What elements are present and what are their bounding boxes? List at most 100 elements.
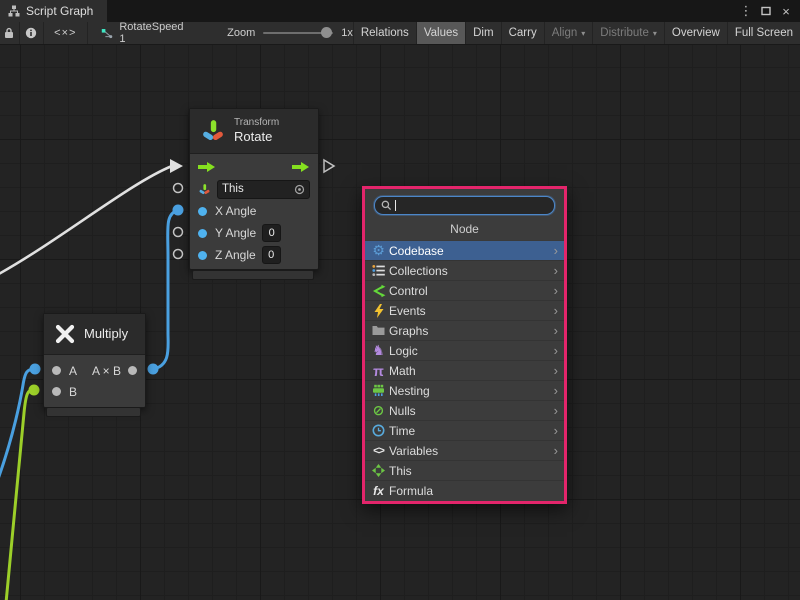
finder-item-nesting[interactable]: Nesting › [365, 380, 564, 400]
carry-toggle[interactable]: Carry [501, 22, 544, 44]
port-yangle-unconnected[interactable] [174, 228, 183, 237]
node-multiply[interactable]: Multiply A A × B B [43, 313, 146, 408]
multiply-icon [54, 323, 76, 345]
clock-icon [370, 424, 387, 437]
node-header[interactable]: Transform Rotate [190, 109, 318, 154]
port-xangle-connected[interactable] [173, 205, 184, 216]
info-button[interactable] [20, 22, 44, 44]
zoom-value: 1x [341, 27, 353, 39]
finder-item-math[interactable]: π Math › [365, 360, 564, 380]
lightning-icon [370, 304, 387, 318]
close-icon[interactable]: × [778, 3, 794, 19]
breadcrumb-label: RotateSpeed 1 [119, 22, 185, 45]
multiply-a-row[interactable]: A A × B [44, 360, 145, 381]
overview-button[interactable]: Overview [664, 22, 727, 44]
chevron-right-icon: › [554, 383, 560, 398]
node-category: Transform [234, 117, 279, 130]
yangle-value-field[interactable]: 0 [262, 224, 281, 242]
node-title: Rotate [234, 129, 279, 145]
self-arrows-icon [370, 464, 387, 477]
title-bar: Script Graph ⋮ × [0, 0, 800, 22]
node-title: Multiply [84, 326, 128, 342]
port-multiply-b-connected[interactable] [29, 385, 40, 396]
object-port-icon [52, 366, 61, 375]
nested-graph-icon [370, 384, 387, 397]
finder-item-time[interactable]: Time › [365, 420, 564, 440]
port-this-unconnected[interactable] [174, 184, 183, 193]
finder-item-codebase[interactable]: ⚙ Codebase › [365, 240, 564, 260]
node-header[interactable]: Multiply [44, 314, 145, 355]
node-body: A A × B B [44, 355, 145, 407]
chevron-right-icon: › [554, 423, 560, 438]
value-wire-to-multiply-b[interactable] [6, 390, 34, 600]
chevron-right-icon: › [554, 343, 560, 358]
code-preview-button[interactable]: <×> [44, 22, 88, 44]
port-multiply-output-connected[interactable] [148, 364, 159, 375]
port-control-out-unconnected[interactable] [324, 160, 334, 172]
finder-item-formula[interactable]: fx Formula [365, 480, 564, 500]
maximize-icon[interactable] [758, 3, 774, 19]
finder-item-logic[interactable]: ♞ Logic › [365, 340, 564, 360]
control-wire-arrowhead [170, 159, 183, 173]
relations-toggle[interactable]: Relations [353, 22, 416, 44]
value-wire-to-multiply-a[interactable] [0, 369, 35, 482]
port-label: Z Angle [215, 248, 256, 262]
chevron-right-icon: › [554, 263, 560, 278]
branch-arrows-icon [370, 284, 387, 298]
object-picker-icon[interactable] [294, 184, 305, 195]
float-port-icon [198, 207, 207, 216]
kebab-menu-icon[interactable]: ⋮ [738, 3, 754, 19]
finder-item-this[interactable]: This [365, 460, 564, 480]
finder-item-collections[interactable]: Collections › [365, 260, 564, 280]
gear-icon: ⚙ [370, 242, 387, 259]
object-port-icon [128, 366, 137, 375]
full-screen-button[interactable]: Full Screen [727, 22, 800, 44]
null-slash-icon: ⊘ [370, 402, 387, 419]
multiply-b-row[interactable]: B [44, 381, 145, 402]
dim-toggle[interactable]: Dim [465, 22, 500, 44]
unity-visual-scripting-window: Script Graph ⋮ × <×> [0, 0, 800, 600]
control-wire[interactable] [0, 166, 172, 275]
chevron-right-icon: › [554, 303, 560, 318]
finder-item-graphs[interactable]: Graphs › [365, 320, 564, 340]
graph-toolbar: <×> RotateSpeed 1 Zoom 1x Relations Valu… [0, 22, 800, 45]
lock-button[interactable] [0, 22, 20, 44]
control-in-arrow-icon[interactable] [198, 161, 216, 173]
control-out-arrow-icon[interactable] [292, 161, 310, 173]
dropdown-arrow-icon: ▾ [653, 29, 657, 38]
pi-icon: π [370, 363, 387, 379]
fx-icon: fx [370, 484, 387, 498]
chevron-right-icon: › [554, 403, 560, 418]
tab-script-graph[interactable]: Script Graph [0, 0, 107, 22]
values-toggle[interactable]: Values [416, 22, 465, 44]
finder-item-control[interactable]: Control › [365, 280, 564, 300]
graph-icon [8, 5, 20, 17]
fuzzy-finder-popup: Node ⚙ Codebase › Collections › [362, 186, 567, 504]
graph-canvas[interactable]: Transform Rotate [0, 45, 800, 600]
breadcrumb[interactable]: RotateSpeed 1 [100, 22, 185, 44]
distribute-dropdown[interactable]: Distribute ▾ [592, 22, 664, 44]
lock-icon [4, 27, 14, 39]
align-dropdown[interactable]: Align ▾ [544, 22, 593, 44]
port-label: B [69, 385, 77, 399]
finder-search-field[interactable] [374, 196, 555, 215]
port-zangle-unconnected[interactable] [174, 250, 183, 259]
zangle-value-field[interactable]: 0 [262, 246, 281, 264]
tab-label: Script Graph [26, 4, 93, 18]
xangle-port-row[interactable]: X Angle [190, 200, 318, 222]
this-field-value: This [222, 183, 294, 195]
yangle-port-row[interactable]: Y Angle 0 [190, 222, 318, 244]
knight-icon: ♞ [370, 342, 387, 359]
zangle-port-row[interactable]: Z Angle 0 [190, 244, 318, 266]
finder-item-events[interactable]: Events › [365, 300, 564, 320]
zoom-slider-knob[interactable] [321, 27, 332, 38]
port-label: Y Angle [215, 226, 256, 240]
port-multiply-a-connected[interactable] [30, 364, 41, 375]
rotate-node-footer [192, 270, 314, 280]
this-object-field[interactable]: This [217, 180, 310, 199]
float-port-icon [198, 251, 207, 260]
finder-item-nulls[interactable]: ⊘ Nulls › [365, 400, 564, 420]
node-transform-rotate[interactable]: Transform Rotate [189, 108, 319, 270]
finder-item-variables[interactable]: <> Variables › [365, 440, 564, 460]
zoom-slider[interactable] [263, 32, 333, 34]
